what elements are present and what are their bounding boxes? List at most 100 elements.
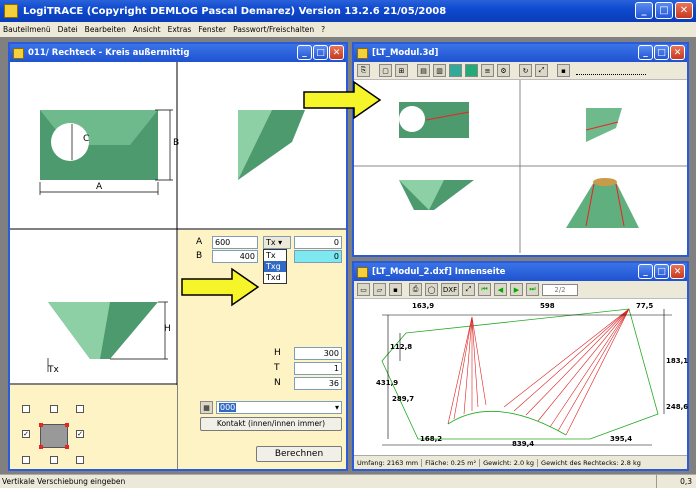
settings-icon[interactable]: ⚙ [497,64,510,77]
part-window-title: 011/ Rechteck - Kreis außermittig [28,48,190,58]
menu-item[interactable]: Datei [58,25,78,34]
dim-top-1: 163,9 [412,302,435,310]
dxf-icon[interactable]: DXF [441,283,459,296]
param-h-input[interactable]: 300 [294,347,342,360]
grid-icon[interactable]: ⊞ [395,64,408,77]
dropdown-option[interactable]: Txg [264,261,286,272]
dim-label-h: H [164,324,171,334]
dim-right-2: 248,6 [666,403,689,411]
dim-left-2: 431,9 [376,379,399,387]
menu-item[interactable]: Extras [168,25,192,34]
refresh-icon[interactable]: ◯ [425,283,438,296]
save-icon[interactable]: ▪ [389,283,402,296]
param-t-input[interactable]: 1 [294,362,342,375]
solid-icon[interactable] [465,64,478,77]
dim-right-1: 183,1 [666,357,689,365]
minimize-button[interactable]: _ [638,45,653,60]
part-window-titlebar[interactable]: 011/ Rechteck - Kreis außermittig _ □ ✕ [10,44,346,62]
connection-preview [39,423,69,449]
minimize-button[interactable]: _ [638,264,653,279]
maximize-button[interactable]: □ [654,264,669,279]
shaded-icon[interactable] [449,64,462,77]
param-n-input[interactable]: 36 [294,377,342,390]
tx-dropdown-list: Tx Txg Txd [263,249,287,284]
connection-checkbox[interactable]: ✓ [22,430,30,438]
param-a-input[interactable]: 600 [212,236,258,249]
dim-bottom-1: 168,2 [420,435,443,443]
close-button[interactable]: ✕ [670,45,685,60]
view-icon[interactable]: ▢ [379,64,392,77]
last-page-icon[interactable]: ⏭ [526,283,539,296]
dropdown-option[interactable]: Txd [264,272,286,283]
tx-select[interactable]: Tx ▾ [263,236,291,249]
pointer-arrow-3d [303,80,382,120]
dim-bottom-2: 395,4 [610,435,633,443]
window-icon [357,47,368,59]
part-canvas: C B A H Tx A 600 B 400 Tx ▾ 0 0 Tx Txg T… [10,62,346,469]
param-a-label: A [196,237,203,247]
dxf-titlebar[interactable]: [LT_Modul_2.dxf] Innenseite _ □ ✕ [354,263,687,281]
connection-checkbox[interactable] [22,456,30,464]
menu-item[interactable]: ? [321,25,325,34]
zoom-icon[interactable]: ⤢ [462,283,475,296]
menu-item[interactable]: Bearbeiten [85,25,126,34]
app-icon [4,4,18,18]
material-combo[interactable]: 000 ▾ [216,401,342,414]
app-statusbar: Vertikale Verschiebung eingeben 0,3 [0,474,696,488]
maximize-button[interactable]: □ [654,45,669,60]
param-b-input[interactable]: 400 [212,250,258,263]
print-icon[interactable]: ⎙ [409,283,422,296]
close-button[interactable]: ✕ [329,45,344,60]
view3d-titlebar[interactable]: [LT_Modul.3d] _ □ ✕ [354,44,687,62]
dim-label-b: B [173,138,180,148]
surface-icon[interactable]: ▦ [200,401,213,414]
maximize-button[interactable]: □ [313,45,328,60]
minimize-button[interactable]: _ [297,45,312,60]
zoom-icon[interactable]: ⤢ [535,64,548,77]
connection-checkbox[interactable] [76,405,84,413]
view3d-title: [LT_Modul.3d] [372,48,439,58]
wireframe-icon[interactable]: ▤ [417,64,430,77]
weight-text: Gewicht: 2.0 kg [480,458,539,467]
area-text: Fläche: 0.25 m² [422,458,481,467]
connection-checkbox[interactable] [76,456,84,464]
view3d-canvas [354,80,687,253]
close-button[interactable]: ✕ [675,2,693,19]
zoom-slider[interactable] [576,67,646,75]
close-button[interactable]: ✕ [670,264,685,279]
connection-checkbox[interactable]: ✓ [76,430,84,438]
rotate-icon[interactable]: ↻ [519,64,532,77]
window-icon [13,47,24,59]
compute-button[interactable]: Berechnen [256,446,342,462]
connection-checkbox[interactable] [50,405,58,413]
tx-value-input[interactable]: 0 [294,236,342,249]
first-page-icon[interactable]: ⏮ [478,283,491,296]
layers-icon[interactable]: ≡ [481,64,494,77]
contact-button[interactable]: Kontakt (innen/innen immer) [200,417,342,431]
app-title: LogiTRACE (Copyright DEMLOG Pascal Demar… [23,5,447,17]
maximize-button[interactable]: □ [655,2,673,19]
menu-item[interactable]: Ansicht [133,25,161,34]
box-icon[interactable]: ▥ [433,64,446,77]
param-n-label: N [274,378,281,388]
dxf-toolbar: ▭ ▱ ▪ ⎙ ◯ DXF ⤢ ⏮ ◀ ▶ ⏭ 2/2 [354,281,687,299]
menu-item[interactable]: Bauteilmenü [3,25,51,34]
menu-item[interactable]: Passwort/Freischalten [233,25,314,34]
connection-panel [10,385,177,469]
lock-icon[interactable]: ▪ [557,64,570,77]
menubar: Bauteilmenü Datei Bearbeiten Ansicht Extras F… [0,22,696,37]
prev-page-icon[interactable]: ◀ [494,283,507,296]
view3d-window: [LT_Modul.3d] _ □ ✕ ⎘ ▢ ⊞ ▤ ▥ ≡ ⚙ ↻ ⤢ ▪ [352,42,689,257]
menu-item[interactable]: Fenster [198,25,226,34]
open-folder-icon[interactable]: ▱ [373,283,386,296]
connection-checkbox[interactable] [50,456,58,464]
param-b-label: B [196,251,203,261]
dxf-statusbar: Umfang: 2163 mm Fläche: 0.25 m² Gewicht:… [354,455,687,469]
connection-checkbox[interactable] [22,405,30,413]
minimize-button[interactable]: _ [635,2,653,19]
next-page-icon[interactable]: ▶ [510,283,523,296]
new-file-icon[interactable]: ▭ [357,283,370,296]
copy-icon[interactable]: ⎘ [357,64,370,77]
second-value-input[interactable]: 0 [294,250,342,263]
dropdown-option[interactable]: Tx [264,250,286,261]
